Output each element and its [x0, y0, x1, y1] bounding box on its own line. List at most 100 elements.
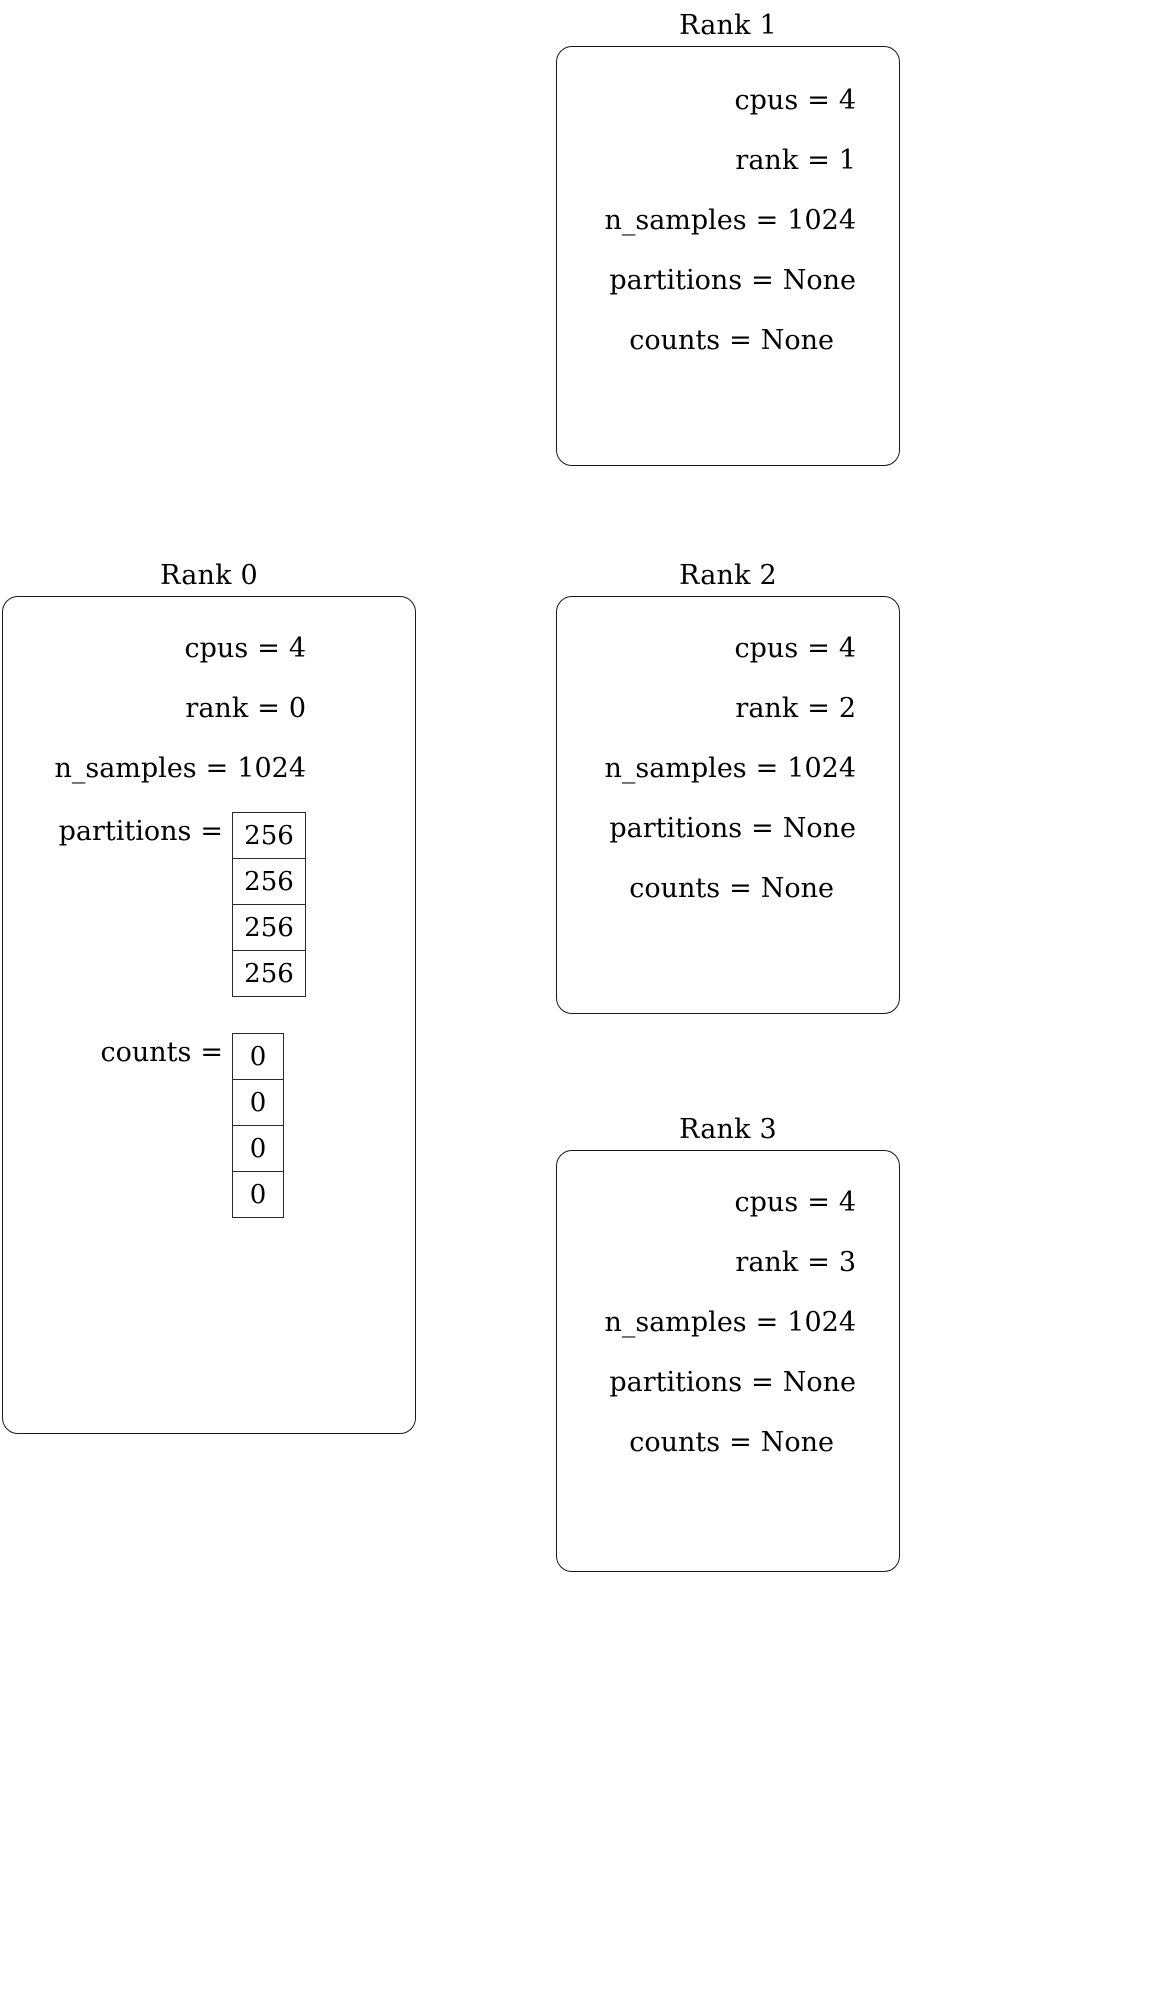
rank-card-0[interactable]: Rank 0 cpus = 4 rank = 0 n_samples = 102…: [2, 558, 416, 1434]
field-label-rank: rank: [735, 1246, 799, 1278]
field-value-cpus: 4: [838, 84, 856, 116]
field-label-partitions: partitions: [609, 264, 743, 296]
field-label-partitions: partitions: [609, 1366, 743, 1398]
field-value-rank: 2: [838, 692, 856, 724]
field-value-cpus: 4: [288, 632, 306, 664]
rank-title-3: Rank 3: [679, 1114, 777, 1145]
field-row-rank: rank = 1: [556, 130, 900, 190]
equals-sign: =: [807, 1186, 830, 1218]
counts-cell[interactable]: 0: [233, 1172, 283, 1218]
field-value-rank: 0: [288, 692, 306, 724]
field-value-rank: 1: [838, 144, 856, 176]
field-label-counts: counts: [629, 1426, 721, 1458]
field-label-cpus: cpus: [734, 84, 799, 116]
field-label-n-samples: n_samples: [604, 752, 747, 784]
field-value-rank: 3: [838, 1246, 856, 1278]
partitions-cell[interactable]: 256: [233, 951, 305, 997]
field-value-counts: None: [760, 872, 834, 904]
field-label-cpus: cpus: [734, 1186, 799, 1218]
equals-sign: =: [807, 144, 830, 176]
equals-sign: =: [257, 632, 280, 664]
counts-cell[interactable]: 0: [233, 1126, 283, 1172]
field-value-partitions: None: [782, 264, 856, 296]
field-value-cpus: 4: [838, 1186, 856, 1218]
rank-fields-1: cpus = 4 rank = 1 n_samples = 1024 parti…: [556, 70, 900, 370]
field-row-partitions: partitions = None: [556, 798, 900, 858]
equals-sign: =: [755, 204, 779, 236]
rank-title-2: Rank 2: [679, 560, 777, 591]
rank-card-3[interactable]: Rank 3 cpus = 4 rank = 3 n_samples = 102…: [556, 1112, 900, 1572]
field-row-counts: counts = 0 0 0 0: [2, 1033, 416, 1218]
equals-sign: =: [807, 632, 830, 664]
field-row-partitions: partitions = 256 256 256 256: [2, 812, 416, 997]
equals-sign: =: [807, 692, 830, 724]
field-row-rank: rank = 0: [2, 678, 416, 738]
field-row-n-samples: n_samples = 1024: [556, 738, 900, 798]
equals-sign: =: [729, 1426, 752, 1458]
partitions-array[interactable]: 256 256 256 256: [232, 812, 306, 997]
rank-fields-2: cpus = 4 rank = 2 n_samples = 1024 parti…: [556, 618, 900, 918]
field-row-rank: rank = 2: [556, 678, 900, 738]
field-label-n-samples: n_samples: [604, 204, 747, 236]
partitions-cell[interactable]: 256: [233, 859, 305, 905]
field-row-cpus: cpus = 4: [556, 618, 900, 678]
equals-sign: =: [729, 872, 752, 904]
rank-fields-0: cpus = 4 rank = 0 n_samples = 1024 parti…: [2, 618, 416, 1218]
rank-card-2[interactable]: Rank 2 cpus = 4 rank = 2 n_samples = 102…: [556, 558, 900, 1018]
field-row-partitions: partitions = None: [556, 250, 900, 310]
equals-sign: =: [807, 1246, 830, 1278]
field-value-partitions: None: [782, 812, 856, 844]
field-label-partitions: partitions: [609, 812, 743, 844]
equals-sign: =: [200, 1037, 223, 1068]
field-label-n-samples: n_samples: [604, 1306, 747, 1338]
field-row-partitions: partitions = None: [556, 1352, 900, 1412]
counts-cell[interactable]: 0: [233, 1080, 283, 1126]
diagram-canvas: Rank 1 cpus = 4 rank = 1 n_samples = 102…: [0, 0, 1151, 2009]
field-row-cpus: cpus = 4: [556, 1172, 900, 1232]
field-label-rank: rank: [185, 692, 249, 724]
field-row-counts: counts = None: [556, 858, 900, 918]
equals-sign: =: [807, 84, 830, 116]
field-label-counts: counts: [629, 324, 721, 356]
field-value-partitions: None: [782, 1366, 856, 1398]
equals-sign: =: [751, 264, 774, 296]
rank-card-1[interactable]: Rank 1 cpus = 4 rank = 1 n_samples = 102…: [556, 6, 900, 466]
field-row-counts: counts = None: [556, 310, 900, 370]
equals-sign: =: [755, 752, 779, 784]
field-row-n-samples: n_samples = 1024: [556, 190, 900, 250]
counts-cell[interactable]: 0: [233, 1034, 283, 1080]
field-label-counts: counts: [629, 872, 721, 904]
equals-sign: =: [755, 1306, 779, 1338]
equals-sign: =: [257, 692, 280, 724]
rank-title-0: Rank 0: [160, 560, 258, 591]
field-label-counts: counts: [100, 1037, 192, 1068]
partitions-cell[interactable]: 256: [233, 905, 305, 951]
field-label-n-samples: n_samples: [54, 752, 197, 784]
field-row-n-samples: n_samples = 1024: [2, 738, 416, 798]
field-label-rank: rank: [735, 692, 799, 724]
equals-sign: =: [205, 752, 229, 784]
field-value-cpus: 4: [838, 632, 856, 664]
field-value-n-samples: 1024: [787, 1306, 856, 1338]
field-label-cpus: cpus: [734, 632, 799, 664]
field-row-cpus: cpus = 4: [2, 618, 416, 678]
equals-sign: =: [751, 812, 774, 844]
field-label-partitions: partitions: [58, 816, 192, 847]
field-value-n-samples: 1024: [787, 204, 856, 236]
field-label-rank: rank: [735, 144, 799, 176]
rank-fields-3: cpus = 4 rank = 3 n_samples = 1024 parti…: [556, 1172, 900, 1472]
field-value-counts: None: [760, 1426, 834, 1458]
equals-sign: =: [751, 1366, 774, 1398]
counts-array[interactable]: 0 0 0 0: [232, 1033, 284, 1218]
field-row-counts: counts = None: [556, 1412, 900, 1472]
equals-sign: =: [200, 816, 223, 847]
field-row-rank: rank = 3: [556, 1232, 900, 1292]
rank-title-1: Rank 1: [679, 10, 777, 41]
equals-sign: =: [729, 324, 752, 356]
partitions-cell[interactable]: 256: [233, 813, 305, 859]
array-block-spacer: [2, 997, 416, 1033]
field-value-n-samples: 1024: [787, 752, 856, 784]
field-label-cpus: cpus: [184, 632, 249, 664]
field-value-counts: None: [760, 324, 834, 356]
field-value-n-samples: 1024: [237, 752, 306, 784]
